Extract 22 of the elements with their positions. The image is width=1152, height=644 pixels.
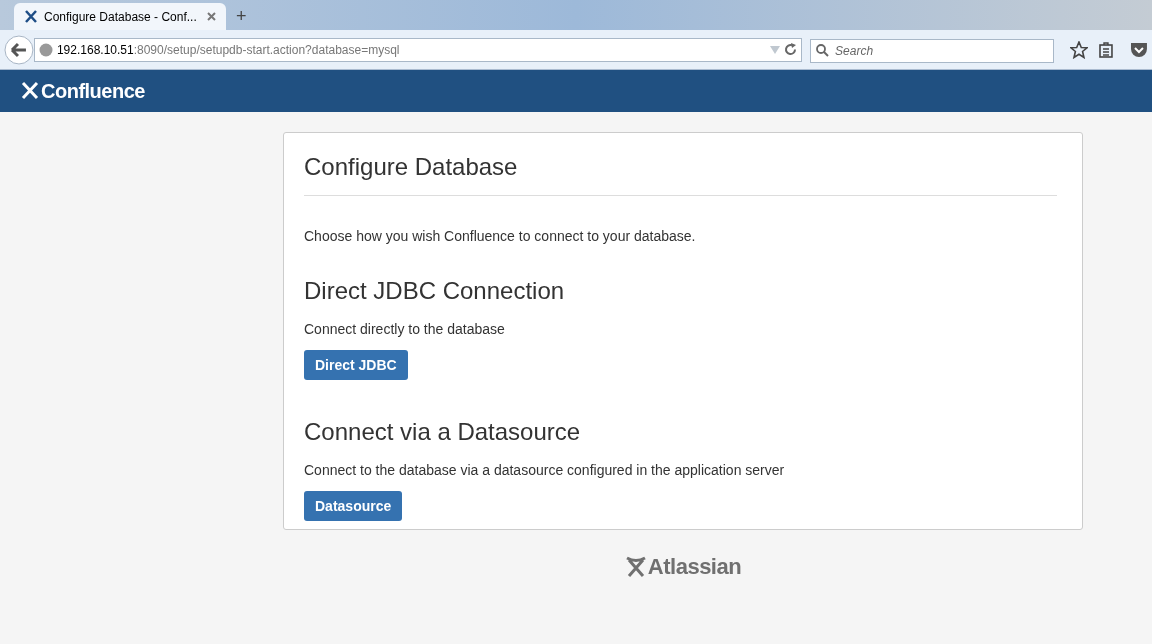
confluence-logo[interactable]: Confluence — [20, 76, 145, 106]
connection-button[interactable]: Direct JDBC — [304, 350, 408, 380]
search-icon — [816, 43, 830, 57]
close-icon[interactable] — [207, 12, 216, 21]
address-bar[interactable]: 192.168.10.51:8090/setup/setupdb-start.action?database=mysql — [33, 37, 803, 62]
reload-icon[interactable] — [784, 43, 798, 56]
section-heading: Connect via a Datasource — [304, 417, 582, 447]
clipboard-list-icon[interactable] — [1098, 41, 1115, 58]
browser-tab[interactable]: Configure Database - Conf... — [14, 3, 226, 30]
pocket-icon[interactable] — [1130, 41, 1148, 58]
section-heading: Direct JDBC Connection — [304, 276, 566, 306]
connection-button[interactable]: Datasource — [304, 491, 403, 521]
url-text: 192.168.10.51:8090/setup/setupdb-start.action?database=mysql — [56, 41, 401, 59]
section-description: Connect directly to the database — [304, 320, 506, 339]
search-field[interactable]: Search — [810, 38, 1055, 63]
atlassian-logo: Atlassian — [624, 550, 742, 583]
new-tab-button[interactable]: + — [236, 7, 247, 25]
tab-title: Configure Database - Conf... — [44, 8, 198, 26]
star-icon[interactable] — [1070, 40, 1089, 59]
intro-text: Choose how you wish Confluence to connect to your database. — [304, 227, 697, 246]
section-description: Connect to the database via a datasource configured in the application server — [304, 461, 786, 480]
panel-title: Configure Database — [304, 149, 1057, 196]
